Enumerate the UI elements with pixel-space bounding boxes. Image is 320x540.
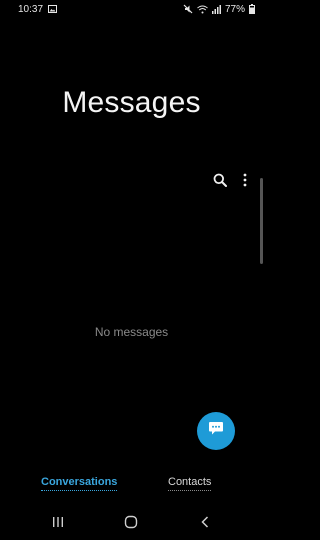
navigation-bar [0, 505, 263, 540]
bottom-tabs: Conversations Contacts [0, 470, 263, 498]
status-right: 77% [183, 4, 255, 15]
recents-icon[interactable] [52, 515, 64, 533]
status-bar: 10:37 77% [0, 0, 263, 18]
status-time: 10:37 [18, 3, 44, 15]
wifi-icon [197, 5, 208, 14]
mute-icon [183, 4, 193, 14]
more-options-icon[interactable] [243, 173, 247, 192]
gallery-icon [48, 5, 58, 13]
compose-button[interactable] [197, 412, 235, 450]
search-icon[interactable] [213, 173, 227, 192]
home-icon[interactable] [124, 515, 138, 534]
toolbar [213, 173, 247, 192]
new-message-icon [208, 421, 224, 441]
tab-conversations[interactable]: Conversations [41, 476, 118, 491]
edge-panel-handle[interactable] [260, 178, 263, 264]
page-title: Messages [62, 86, 201, 119]
tab-contacts[interactable]: Contacts [168, 476, 212, 491]
status-left: 10:37 [18, 3, 58, 15]
battery-icon [249, 4, 255, 14]
battery-percent: 77% [224, 3, 245, 15]
empty-state-message: No messages [94, 325, 169, 339]
signal-icon [211, 4, 221, 14]
back-icon[interactable] [200, 515, 210, 533]
